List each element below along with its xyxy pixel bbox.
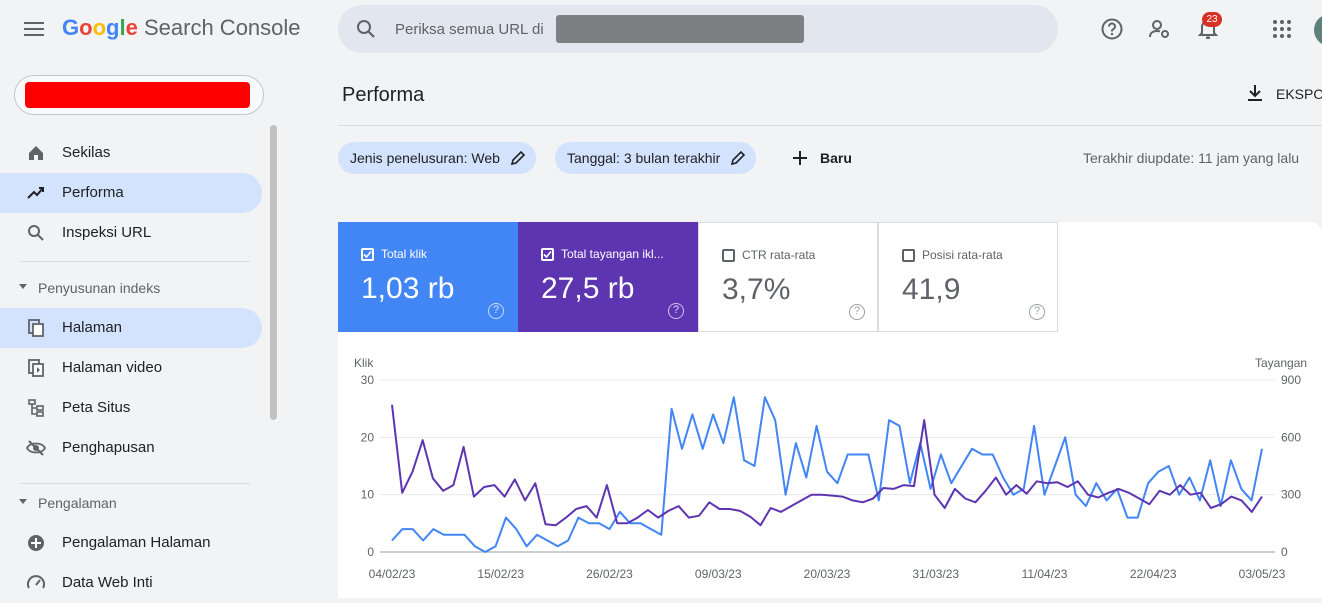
x-tick-label: 11/04/23 (1022, 567, 1068, 581)
x-tick-label: 15/02/23 (477, 567, 524, 581)
help-icon[interactable]: ? (1029, 304, 1045, 320)
x-tick-label: 31/03/23 (912, 567, 959, 581)
x-tick-label: 09/03/23 (695, 567, 742, 581)
right-tick-label: 0 (1281, 545, 1288, 559)
right-tick-label: 900 (1281, 373, 1301, 387)
help-icon[interactable]: ? (668, 303, 684, 319)
series-line-total-klik (391, 396, 1263, 553)
x-tick-label: 03/05/23 (1239, 567, 1286, 581)
metric-card-total-tayangan-ikl[interactable]: Total tayangan ikl... 27,5 rb? (518, 222, 698, 332)
metric-label: Posisi rata-rata (922, 248, 1003, 262)
metric-card-ctr-rata-rata[interactable]: CTR rata-rata 3,7%? (698, 222, 878, 332)
metric-value: 1,03 rb (361, 272, 455, 305)
help-icon[interactable]: ? (488, 303, 504, 319)
metric-value: 27,5 rb (541, 272, 635, 305)
metric-checkbox[interactable] (722, 249, 735, 262)
x-tick-label: 26/02/23 (586, 567, 633, 581)
metric-checkbox[interactable] (902, 249, 915, 262)
x-tick-label: 20/03/23 (804, 567, 851, 581)
metric-checkbox[interactable] (361, 248, 374, 261)
left-tick-label: 10 (361, 488, 375, 502)
help-icon[interactable]: ? (849, 304, 865, 320)
metric-label: Total klik (381, 247, 428, 261)
metric-value: 3,7% (722, 273, 791, 306)
right-tick-label: 300 (1281, 488, 1301, 502)
metric-checkbox[interactable] (541, 248, 554, 261)
series-line-total-tayangan-iklan (391, 404, 1263, 527)
metric-label: Total tayangan ikl... (561, 247, 664, 261)
left-tick-label: 20 (361, 430, 375, 444)
metric-label: CTR rata-rata (742, 248, 816, 262)
left-tick-label: 30 (361, 373, 375, 387)
metric-card-posisi-rata-rata[interactable]: Posisi rata-rata 41,9? (878, 222, 1058, 332)
metric-value: 41,9 (902, 273, 961, 306)
check-icon (363, 250, 372, 259)
metric-card-total-klik[interactable]: Total klik 1,03 rb? (338, 222, 518, 332)
check-icon (543, 250, 552, 259)
right-tick-label: 600 (1281, 430, 1301, 444)
left-tick-label: 0 (367, 545, 374, 559)
x-tick-label: 04/02/23 (369, 567, 416, 581)
x-tick-label: 22/04/23 (1130, 567, 1177, 581)
